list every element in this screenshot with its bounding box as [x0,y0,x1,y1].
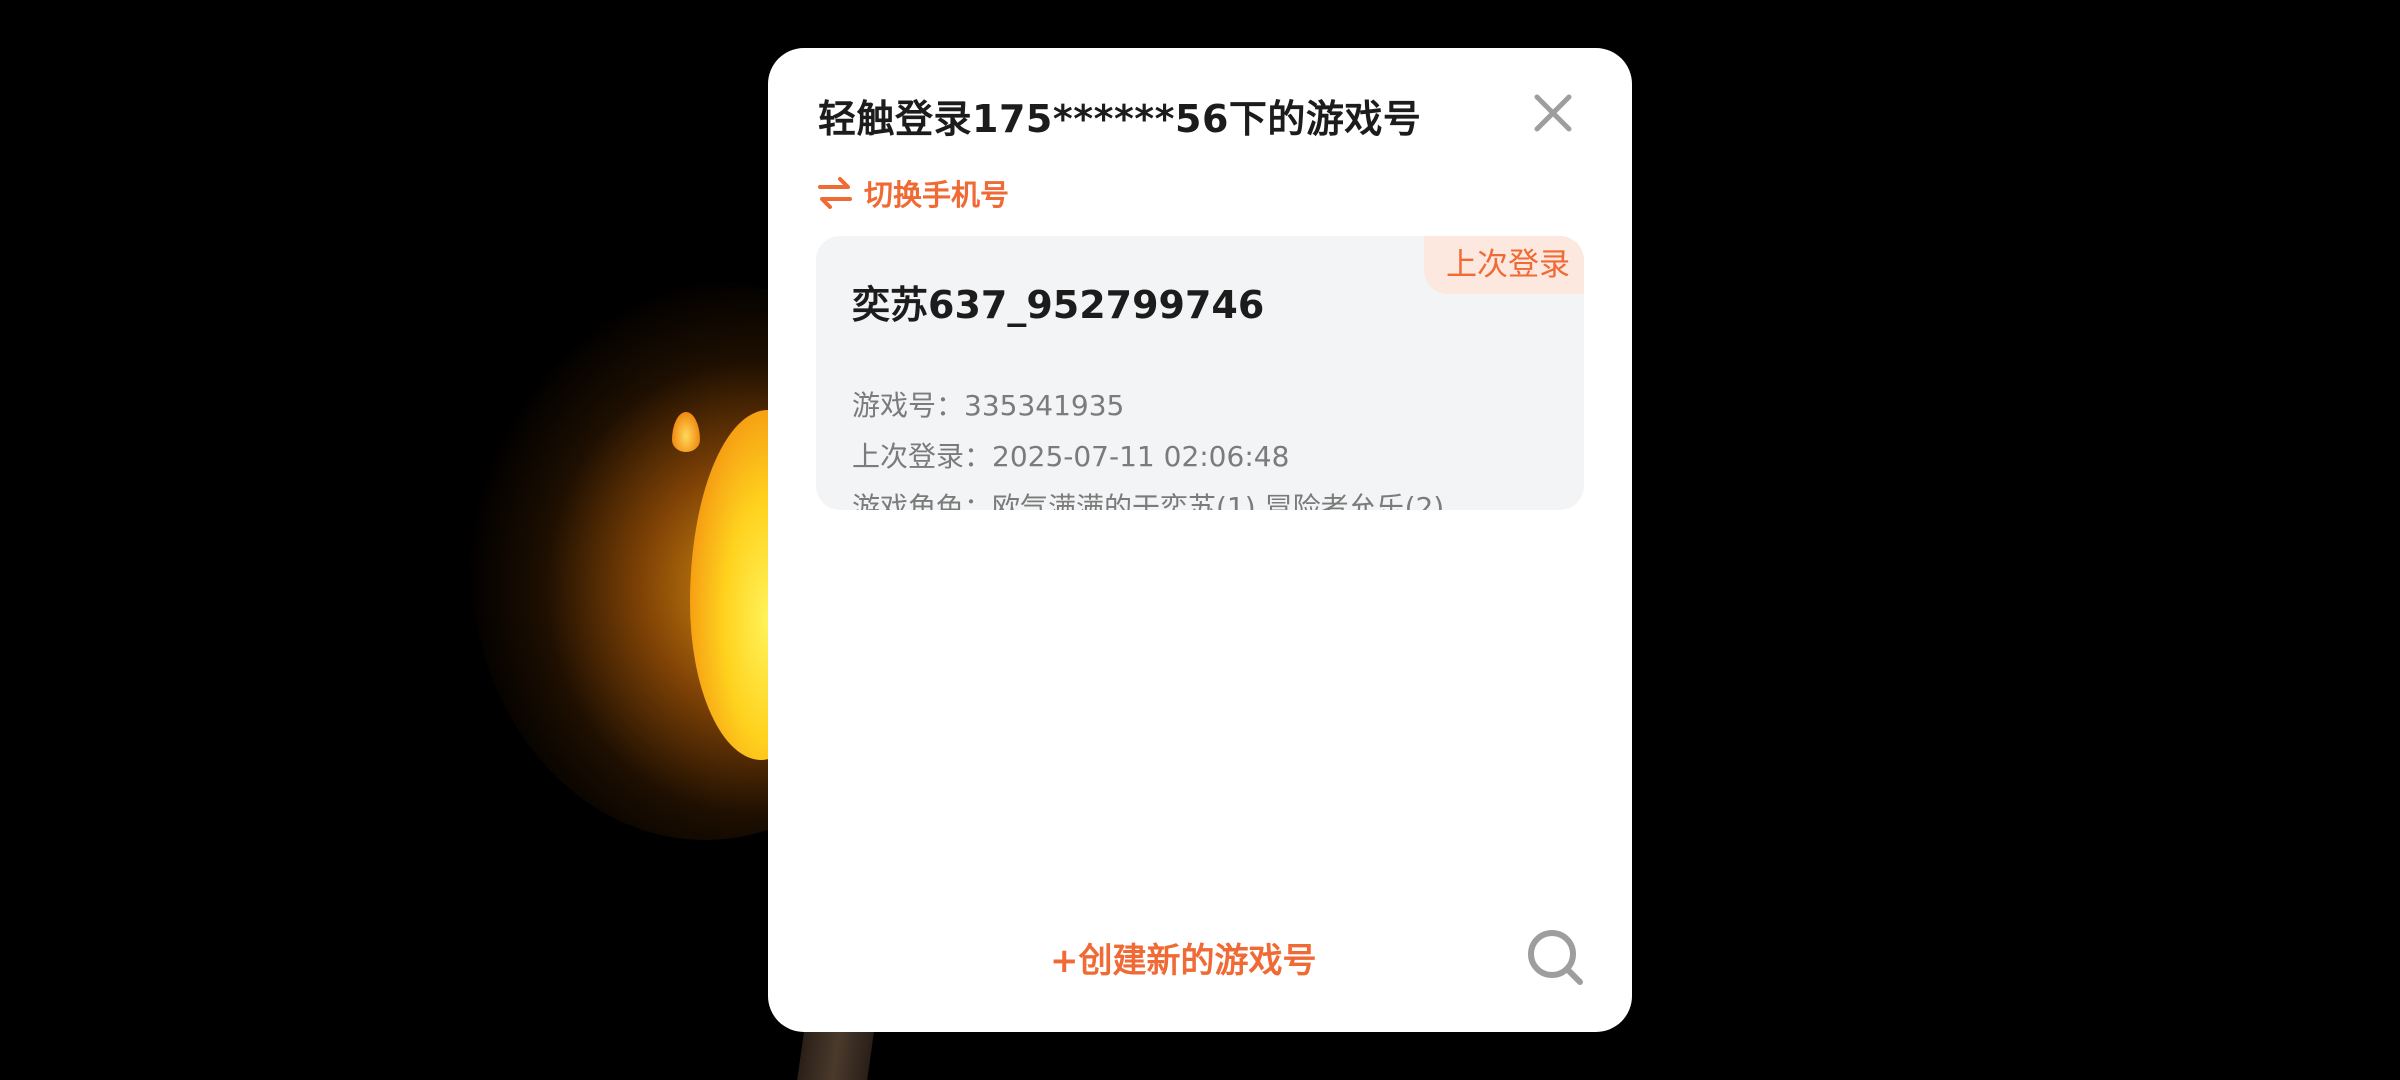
search-button[interactable] [1524,926,1586,988]
account-game-id: 游戏号：335341935 [852,389,1125,422]
last-login-badge: 上次登录 [1424,236,1584,294]
close-icon [1534,94,1572,132]
swap-arrows-icon [818,177,852,209]
torch-handle [795,1030,875,1080]
account-last-login: 上次登录：2025-07-11 02:06:48 [852,440,1290,473]
account-card[interactable]: 上次登录 奕苏637_952799746 游戏号：335341935 上次登录：… [816,236,1584,510]
login-dialog: 轻触登录175******56下的游戏号 切换手机号 上次登录 奕苏637_95… [768,48,1632,1032]
dialog-title: 轻触登录175******56下的游戏号 [818,97,1422,141]
account-roles: 游戏角色：欧气满满的于奕苏(1),冒险者允乐(2) [852,491,1445,510]
switch-phone-label: 切换手机号 [864,178,1010,212]
account-name: 奕苏637_952799746 [852,283,1265,327]
create-account-button[interactable]: +创建新的游戏号 [1050,933,1317,982]
search-icon [1528,930,1583,985]
switch-phone-button[interactable]: 切换手机号 [816,172,1009,214]
close-button[interactable] [1530,90,1576,136]
game-screen: 轻触登录175******56下的游戏号 切换手机号 上次登录 奕苏637_95… [0,0,2400,1080]
